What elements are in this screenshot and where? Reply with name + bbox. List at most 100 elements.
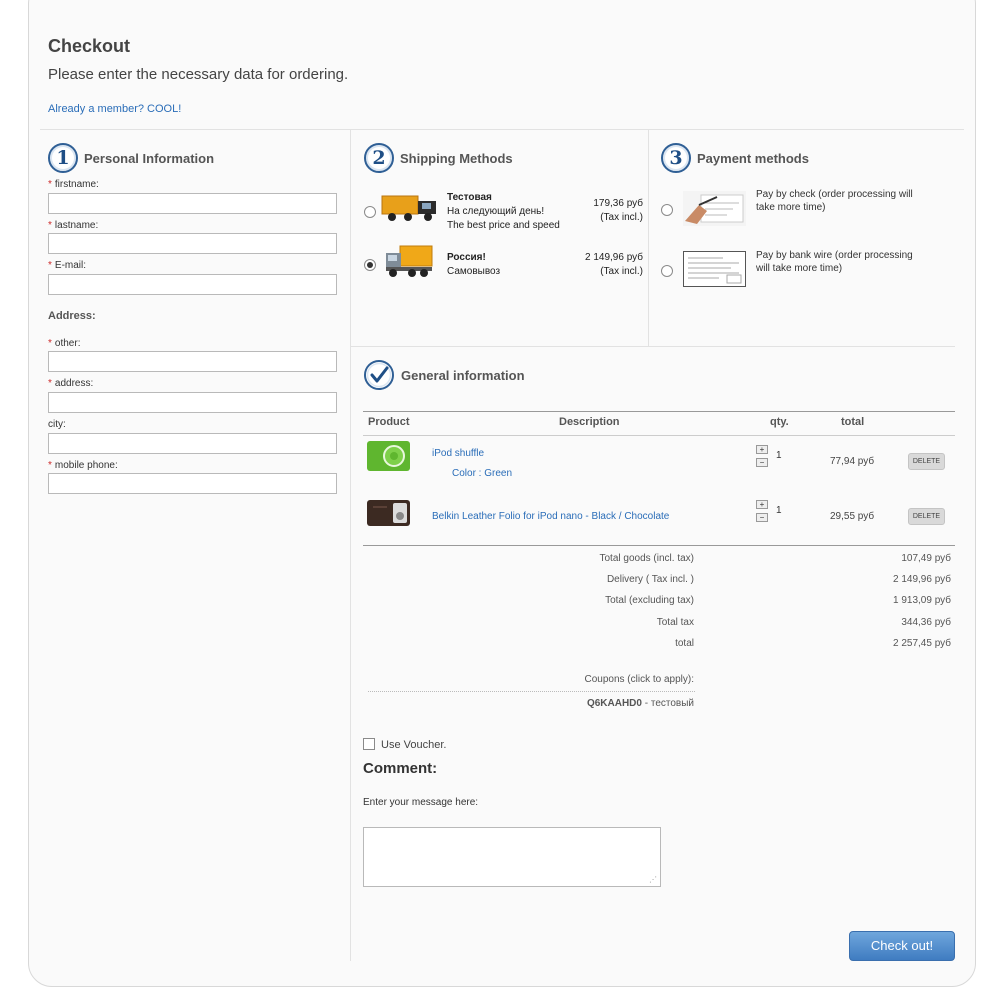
delivery-truck-icon: [381, 195, 436, 221]
coupons-label: Coupons (click to apply):: [584, 674, 695, 685]
personal-info-header: 1 Personal Information: [48, 143, 214, 173]
step-1-icon: 1: [48, 143, 78, 173]
payment-column-divider: [648, 129, 649, 346]
already-member-link[interactable]: Already a member? COOL!: [48, 103, 181, 115]
required-mark: *: [48, 220, 52, 231]
belkin-folio-thumbnail: [367, 500, 410, 526]
city-label: city:: [48, 419, 66, 430]
general-info-divider: [351, 346, 955, 347]
summary-label: Total tax: [656, 617, 694, 628]
ipod-shuffle-thumbnail: [367, 441, 410, 471]
qty-decrease-button[interactable]: −: [756, 513, 768, 522]
column-product: Product: [368, 416, 410, 428]
checkout-button[interactable]: Check out!: [849, 931, 955, 961]
summary-value: 2 257,45 руб: [893, 638, 951, 649]
comment-prompt: Enter your message here:: [363, 797, 479, 808]
general-info-title: General information: [401, 367, 525, 383]
shipping-radio-1[interactable]: [364, 206, 376, 218]
shipping-1-name: Тестовая: [447, 192, 492, 203]
summary-value: 107,49 руб: [901, 553, 951, 564]
payment-radio-bankwire[interactable]: [661, 265, 673, 277]
summary-label: total: [675, 638, 694, 649]
summary-label: Total goods (incl. tax): [599, 553, 695, 564]
shipping-2-line1: Самовывоз: [447, 266, 501, 277]
column-description: Description: [559, 416, 620, 428]
shipping-2-price: 2 149,96 руб: [585, 252, 643, 263]
payment-bankwire-label: Pay by bank wire (order processing will …: [756, 250, 913, 274]
other-input[interactable]: [48, 351, 337, 372]
use-voucher-checkbox[interactable]: [363, 738, 375, 750]
coupon-name: - тестовый: [641, 698, 694, 709]
page-subtitle: Please enter the necessary data for orde…: [48, 66, 349, 83]
payment-methods-title: Payment methods: [697, 150, 809, 166]
left-column-divider: [350, 129, 351, 961]
resize-grip-icon[interactable]: ⋰: [649, 875, 657, 884]
product-link-ipod-shuffle[interactable]: iPod shuffle: [432, 448, 484, 459]
address-input[interactable]: [48, 392, 337, 413]
use-voucher-label: Use Voucher.: [381, 739, 447, 751]
column-qty: qty.: [770, 416, 789, 428]
comment-textarea[interactable]: ⋰: [363, 827, 661, 887]
required-mark: *: [48, 338, 52, 349]
firstname-input[interactable]: [48, 193, 337, 214]
shipping-1-line2: The best price and speed: [447, 220, 560, 231]
shipping-1-line1: На следующий день!: [447, 206, 545, 217]
summary-value: 344,36 руб: [901, 617, 951, 628]
city-input[interactable]: [48, 433, 337, 454]
product-attribute: Color : Green: [452, 468, 513, 479]
payment-radio-check[interactable]: [661, 204, 673, 216]
shipping-1-tax: (Tax incl.): [600, 212, 643, 223]
qty-decrease-button[interactable]: −: [756, 458, 768, 467]
mobile-phone-label: * mobile phone:: [48, 460, 118, 471]
other-label: * other:: [48, 338, 81, 349]
shipping-methods-title: Shipping Methods: [400, 150, 513, 166]
qty-increase-button[interactable]: +: [756, 445, 768, 454]
column-total: total: [841, 416, 865, 428]
firstname-label: * firstname:: [48, 179, 99, 190]
personal-info-title: Personal Information: [84, 150, 215, 166]
email-input[interactable]: [48, 274, 337, 295]
table-top-rule: [363, 411, 955, 412]
coupons-divider: [368, 691, 695, 692]
page-title: Checkout: [48, 36, 131, 56]
shipping-2-tax: (Tax incl.): [600, 266, 643, 277]
qty-value: 1: [776, 450, 782, 461]
summary-label: Total (excluding tax): [605, 595, 694, 606]
step-2-icon: 2: [364, 143, 394, 173]
lastname-label: * lastname:: [48, 220, 99, 231]
shipping-radio-2[interactable]: [364, 259, 376, 271]
qty-increase-button[interactable]: +: [756, 500, 768, 509]
qty-value: 1: [776, 505, 782, 516]
required-mark: *: [48, 179, 52, 190]
payment-check-label: Pay by check (order processing will take…: [756, 189, 913, 213]
address-title: Address:: [48, 310, 96, 322]
address-label: * address:: [48, 378, 94, 389]
delivery-truck-icon: [386, 245, 433, 277]
delete-button[interactable]: DELETE: [908, 508, 945, 525]
mobile-phone-input[interactable]: [48, 473, 337, 494]
shipping-2-name: Россия!: [447, 252, 486, 263]
coupon-item[interactable]: Q6KAAHD0 - тестовый: [587, 698, 694, 709]
summary-value: 2 149,96 руб: [893, 574, 951, 585]
coupon-code: Q6KAAHD0: [586, 698, 642, 709]
required-mark: *: [48, 460, 52, 471]
table-header-rule: [363, 435, 955, 436]
cheque-icon: [683, 191, 746, 226]
delete-button[interactable]: DELETE: [908, 453, 945, 470]
email-label: * E-mail:: [48, 260, 87, 271]
product-link-belkin-folio[interactable]: Belkin Leather Folio for iPod nano - Bla…: [432, 511, 669, 522]
summary-value: 1 913,09 руб: [893, 595, 951, 606]
bank-wire-icon: [683, 251, 746, 287]
required-mark: *: [48, 260, 52, 271]
table-bottom-rule: [363, 545, 955, 546]
comment-title: Comment:: [363, 760, 438, 777]
summary-label: Delivery ( Tax incl. ): [606, 574, 694, 585]
required-mark: *: [48, 378, 52, 389]
header-divider: [40, 129, 964, 130]
shipping-methods-header: 2 Shipping Methods: [364, 143, 513, 173]
lastname-input[interactable]: [48, 233, 337, 254]
payment-methods-header: 3 Payment methods: [661, 143, 809, 173]
general-info-header: General information: [363, 359, 525, 391]
shipping-1-price: 179,36 руб: [593, 198, 643, 209]
checkmark-circle-icon: [364, 360, 394, 390]
